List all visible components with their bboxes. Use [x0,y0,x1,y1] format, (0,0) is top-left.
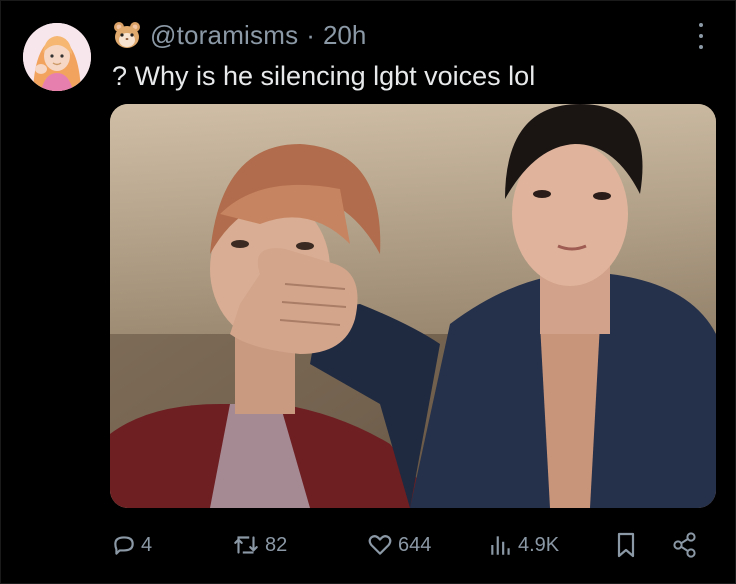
repost-count: 82 [265,533,288,556]
more-options-icon[interactable] [694,23,708,49]
reply-count: 4 [141,533,153,556]
tweet-actions-bar: 4 82 644 4.9K [111,527,711,563]
repost-button[interactable]: 82 [231,527,287,563]
separator-dot: · [306,19,315,50]
reply-button[interactable]: 4 [111,527,152,563]
share-icon [673,532,696,558]
tweet-timestamp[interactable]: 20h [323,20,366,51]
views-button[interactable]: 4.9K [488,527,559,563]
reply-icon [114,536,134,555]
tweet-text: ? Why is he silencing lgbt voices lol [112,61,536,91]
views-icon [491,536,510,555]
tweet-card: @toramisms · 20h ? Why is he silencing l… [0,0,736,584]
like-count: 644 [398,533,432,556]
user-handle[interactable]: @toramisms [150,20,298,51]
tweet-media-photo[interactable] [110,104,716,508]
tweet-header: @toramisms · 20h [112,19,366,51]
repost-icon [234,536,258,554]
avatar[interactable] [23,23,91,91]
like-button[interactable]: 644 [366,527,431,563]
share-button[interactable] [671,527,699,563]
hamster-icon [114,22,140,48]
bookmark-button[interactable] [614,527,638,563]
like-icon [368,535,392,555]
bookmark-icon [617,532,635,558]
views-count: 4.9K [518,533,560,556]
